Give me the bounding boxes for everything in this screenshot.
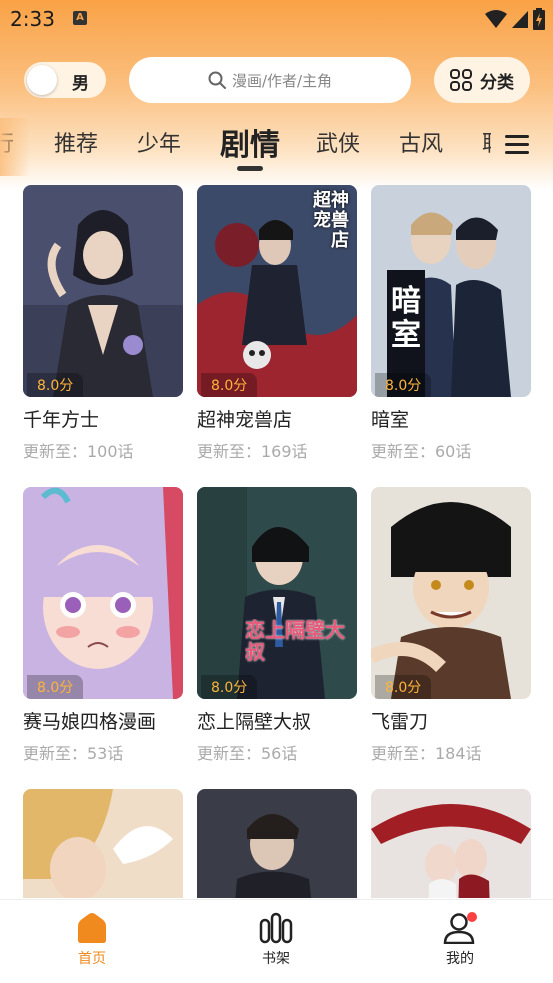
status-time: 2:33 [10, 7, 55, 31]
profile-icon [443, 912, 477, 944]
cover-title-text: 暗室 [391, 284, 421, 353]
comic-update: 更新至：169话 [197, 442, 308, 461]
comic-cover[interactable]: 超神宠兽店 8.0分 [197, 185, 357, 397]
comic-cover[interactable]: 8.0分 [371, 487, 531, 699]
comic-cover[interactable]: 8.0分 [23, 185, 183, 397]
comic-update: 更新至：184话 [371, 744, 482, 763]
comic-cover[interactable]: 暗室 8.0分 [371, 185, 531, 397]
tab-partial-right[interactable]: 耽 [482, 126, 491, 158]
comic-update: 更新至：100话 [23, 442, 134, 461]
home-icon [78, 913, 106, 943]
comic-title[interactable]: 千年方士 [23, 405, 183, 432]
cover-art-8 [197, 789, 357, 898]
score-badge: 8.0分 [375, 373, 432, 397]
tab-wuxia[interactable]: 武侠 [316, 126, 360, 158]
cover-art-9 [371, 789, 531, 898]
comic-card[interactable] [371, 789, 531, 898]
nav-profile-label: 我的 [446, 951, 474, 967]
search-input[interactable]: 漫画/作者/主角 [129, 57, 411, 103]
comic-update: 更新至：56话 [197, 744, 298, 763]
cover-art-7 [23, 789, 183, 898]
comic-card[interactable]: 8.0分 飞雷刀 更新至：184话 [371, 487, 531, 764]
comic-title[interactable]: 赛马娘四格漫画 [23, 707, 183, 734]
tab-juqing[interactable]: 剧情 [220, 120, 280, 164]
comic-title[interactable]: 超神宠兽店 [197, 405, 357, 432]
category-label: 分类 [480, 72, 514, 93]
comic-title[interactable]: 暗室 [371, 405, 531, 432]
comic-title[interactable]: 恋上隔壁大叔 [197, 707, 357, 734]
comic-card[interactable]: 8.0分 赛马娘四格漫画 更新至：53话 [23, 487, 183, 764]
app-notification-icon: A [73, 11, 87, 25]
comic-cover[interactable] [371, 789, 531, 898]
tabs-fade [0, 118, 30, 176]
cover-title-text: 超神宠兽店 [313, 190, 349, 251]
comic-update: 更新至：53话 [23, 744, 124, 763]
grid-icon [450, 69, 472, 91]
comic-card[interactable]: 超神宠兽店 8.0分 超神宠兽店 更新至：169话 [197, 185, 357, 462]
nav-bookshelf[interactable]: 书架 [231, 912, 321, 968]
bottom-navigation: 首页 书架 我的 [0, 899, 553, 983]
score-badge: 8.0分 [375, 675, 432, 699]
active-tab-indicator [237, 166, 263, 171]
nav-home-label: 首页 [78, 951, 106, 967]
score-badge: 8.0分 [201, 675, 258, 699]
comic-cover[interactable] [23, 789, 183, 898]
comic-card[interactable]: 恋上隔壁大叔 8.0分 恋上隔壁大叔 更新至：56话 [197, 487, 357, 764]
gender-toggle[interactable]: 男 [24, 62, 106, 98]
gender-label: 男 [72, 74, 89, 94]
cover-art-6 [371, 487, 531, 699]
comic-card[interactable] [197, 789, 357, 898]
comic-card[interactable]: 暗室 8.0分 暗室 更新至：60话 [371, 185, 531, 462]
top-header: 男 漫画/作者/主角 分类 [0, 56, 553, 104]
tab-shaonian[interactable]: 少年 [137, 126, 181, 158]
score-badge: 8.0分 [201, 373, 258, 397]
toggle-knob[interactable] [27, 65, 57, 95]
search-icon [208, 71, 226, 89]
battery-icon [533, 8, 545, 30]
nav-bookshelf-label: 书架 [262, 951, 290, 967]
status-icons [485, 8, 545, 30]
cell-signal-icon [512, 11, 528, 28]
cover-art-1 [23, 185, 183, 397]
cover-art-4 [23, 487, 183, 699]
cover-title-text: 恋上隔壁大叔 [245, 619, 345, 663]
comic-cover[interactable]: 8.0分 [23, 487, 183, 699]
tab-gufeng[interactable]: 古风 [399, 126, 443, 158]
comic-card[interactable] [23, 789, 183, 898]
category-tabs: 行 推荐 少年 剧情 武侠 古风 耽 [0, 118, 553, 176]
status-bar: 2:33 A [0, 0, 553, 38]
comic-title[interactable]: 飞雷刀 [371, 707, 531, 734]
wifi-icon [485, 10, 507, 28]
comic-cover[interactable]: 恋上隔壁大叔 8.0分 [197, 487, 357, 699]
bookshelf-icon [259, 912, 293, 944]
cover-art-5 [197, 487, 357, 699]
score-badge: 8.0分 [27, 675, 84, 699]
category-button[interactable]: 分类 [434, 57, 530, 103]
comic-card[interactable]: 8.0分 千年方士 更新至：100话 [23, 185, 183, 462]
nav-home[interactable]: 首页 [47, 912, 137, 968]
comic-grid: 8.0分 千年方士 更新至：100话 超神宠兽店 8.0分 超神宠兽店 更新至：… [0, 185, 553, 898]
search-placeholder: 漫画/作者/主角 [231, 71, 333, 90]
nav-profile[interactable]: 我的 [415, 912, 505, 968]
score-badge: 8.0分 [27, 373, 84, 397]
tab-recommend[interactable]: 推荐 [54, 126, 98, 158]
comic-update: 更新至：60话 [371, 442, 472, 461]
menu-icon[interactable] [500, 128, 534, 162]
comic-cover[interactable] [197, 789, 357, 898]
